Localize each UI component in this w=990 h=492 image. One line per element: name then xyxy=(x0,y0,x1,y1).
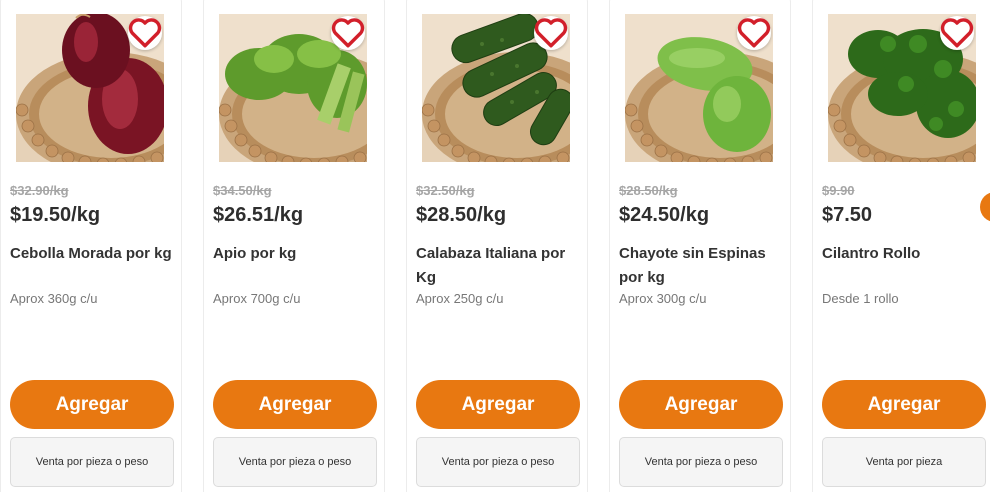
add-to-cart-button[interactable]: Agregar xyxy=(213,380,377,429)
product-carousel: $32.90/kg $19.50/kg Cebolla Morada por k… xyxy=(0,0,990,492)
heart-icon xyxy=(534,18,568,48)
current-price: $28.50/kg xyxy=(416,204,507,226)
add-to-cart-button[interactable]: Agregar xyxy=(416,380,580,429)
product-name[interactable]: Chayote sin Espinas por kg xyxy=(619,242,787,290)
product-description: Desde 1 rollo xyxy=(822,291,899,306)
product-name[interactable]: Calabaza Italiana por Kg xyxy=(416,242,584,290)
product-card[interactable]: $32.90/kg $19.50/kg Cebolla Morada por k… xyxy=(0,0,182,492)
product-description: Aprox 300g c/u xyxy=(619,291,707,306)
current-price: $24.50/kg xyxy=(619,204,710,226)
sale-mode-button[interactable]: Venta por pieza o peso xyxy=(416,437,580,487)
add-to-cart-button[interactable]: Agregar xyxy=(619,380,783,429)
add-to-cart-button[interactable]: Agregar xyxy=(822,380,986,429)
heart-icon xyxy=(128,18,162,48)
original-price: $32.90/kg xyxy=(10,183,69,198)
product-image[interactable] xyxy=(625,14,773,162)
heart-icon xyxy=(737,18,771,48)
product-image[interactable] xyxy=(828,14,976,162)
product-image[interactable] xyxy=(219,14,367,162)
product-image[interactable] xyxy=(422,14,570,162)
current-price: $26.51/kg xyxy=(213,204,304,226)
product-description: Aprox 250g c/u xyxy=(416,291,504,306)
product-card[interactable]: $9.90 $7.50 Cilantro Rollo Desde 1 rollo… xyxy=(812,0,990,492)
product-card[interactable]: $28.50/kg $24.50/kg Chayote sin Espinas … xyxy=(609,0,791,492)
product-name[interactable]: Apio por kg xyxy=(213,242,381,266)
heart-icon xyxy=(940,18,974,48)
sale-mode-button[interactable]: Venta por pieza o peso xyxy=(619,437,783,487)
product-image[interactable] xyxy=(16,14,164,162)
product-description: Aprox 360g c/u xyxy=(10,291,98,306)
product-card[interactable]: $32.50/kg $28.50/kg Calabaza Italiana po… xyxy=(406,0,588,492)
favorite-heart-button[interactable] xyxy=(940,16,974,50)
original-price: $32.50/kg xyxy=(416,183,475,198)
product-name[interactable]: Cilantro Rollo xyxy=(822,242,990,266)
original-price: $9.90 xyxy=(822,183,855,198)
heart-icon xyxy=(331,18,365,48)
sale-mode-button[interactable]: Venta por pieza o peso xyxy=(10,437,174,487)
current-price: $19.50/kg xyxy=(10,204,101,226)
product-name[interactable]: Cebolla Morada por kg xyxy=(10,242,178,266)
favorite-heart-button[interactable] xyxy=(128,16,162,50)
favorite-heart-button[interactable] xyxy=(534,16,568,50)
sale-mode-button[interactable]: Venta por pieza o peso xyxy=(213,437,377,487)
current-price: $7.50 xyxy=(822,204,873,226)
product-card[interactable]: $34.50/kg $26.51/kg Apio por kg Aprox 70… xyxy=(203,0,385,492)
original-price: $34.50/kg xyxy=(213,183,272,198)
favorite-heart-button[interactable] xyxy=(737,16,771,50)
add-to-cart-button[interactable]: Agregar xyxy=(10,380,174,429)
favorite-heart-button[interactable] xyxy=(331,16,365,50)
original-price: $28.50/kg xyxy=(619,183,678,198)
product-description: Aprox 700g c/u xyxy=(213,291,301,306)
sale-mode-button[interactable]: Venta por pieza xyxy=(822,437,986,487)
